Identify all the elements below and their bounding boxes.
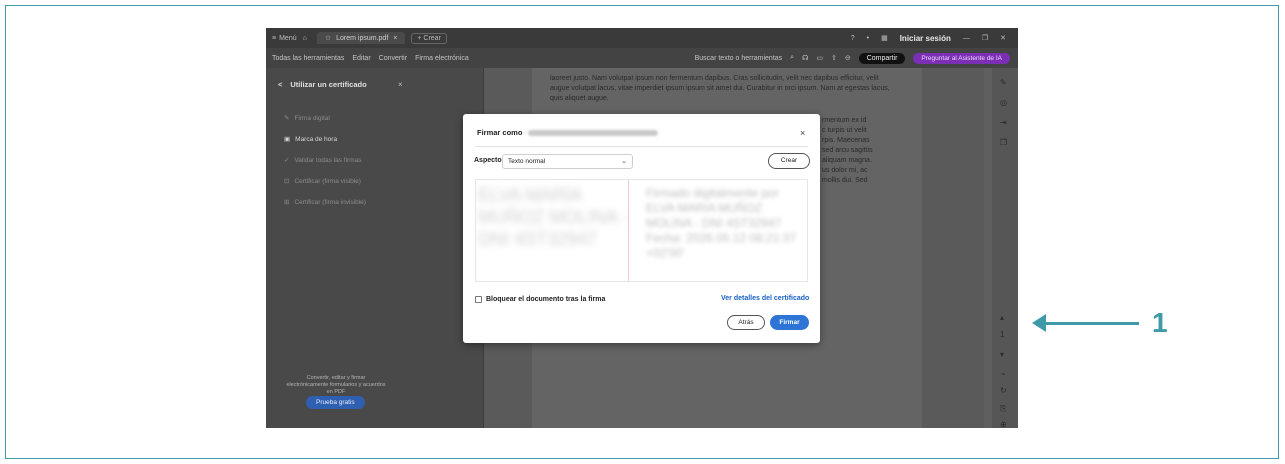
preview-detail-text: Firmado digitalmente por ELVA MARIA MUÑO…	[646, 186, 797, 260]
link-icon[interactable]: ⊝	[845, 54, 851, 62]
tab-document[interactable]: ☆ Lorem ipsum.pdf ×	[316, 32, 406, 44]
headphones-icon[interactable]: ☊	[802, 54, 808, 62]
create-button[interactable]: Crear	[768, 153, 810, 169]
panel-item-label: Marca de hora	[295, 135, 338, 143]
menu-esign[interactable]: Firma electrónica	[415, 55, 469, 62]
page-number-icon: 1	[1000, 330, 1005, 339]
panel-header: < Utilizar un certificado	[278, 80, 367, 89]
comment-tool-icon[interactable]: ◎	[1000, 98, 1007, 107]
panel-item-certify-visible[interactable]: ⊡ Certificar (firma visible)	[284, 177, 361, 186]
aspect-value: Texto normal	[508, 158, 546, 165]
ai-assistant-button[interactable]: Preguntar al Asistente de IA	[913, 52, 1010, 64]
tab-close-icon[interactable]: ×	[393, 35, 397, 42]
minimize-icon[interactable]: —	[963, 35, 970, 42]
doc-fragment: rmentum ex id	[822, 117, 867, 124]
certificate-details-link[interactable]: Ver detalles del certificado	[721, 295, 809, 302]
timestamp-icon: ▣	[284, 136, 291, 143]
panel-item-label: Validar todas las firmas	[294, 156, 362, 164]
preview-divider	[628, 180, 629, 281]
page-down-icon[interactable]: ▾	[1000, 350, 1004, 359]
menu-convert[interactable]: Convertir	[379, 55, 407, 62]
tab-title: Lorem ipsum.pdf	[336, 34, 389, 42]
blurred-signer-name	[528, 129, 659, 136]
panel-item-label: Certificar (firma visible)	[294, 177, 361, 185]
panel-item-digital-signature[interactable]: ✎ Firma digital	[284, 114, 330, 123]
panel-item-label: Certificar (firma invisible)	[294, 198, 366, 206]
signin-button[interactable]: Iniciar sesión	[900, 34, 951, 43]
apps-icon[interactable]: ▦	[881, 34, 888, 42]
aspect-dropdown[interactable]: Texto normal ⌄	[502, 154, 633, 169]
menu-edit[interactable]: Editar	[352, 55, 370, 62]
share-button[interactable]: Compartir	[858, 52, 906, 64]
panel-close-icon[interactable]: ×	[398, 80, 403, 89]
doc-fragment: us dolor mi, ac	[822, 167, 868, 174]
callout-arrow-line	[1035, 322, 1139, 325]
help-icon[interactable]: ?	[851, 35, 855, 42]
edit-icon[interactable]: ✎	[1000, 78, 1007, 87]
aspect-label: Aspecto	[474, 157, 502, 164]
export-icon[interactable]: ⇥	[1000, 118, 1007, 127]
search-icon[interactable]: ⌕	[790, 54, 794, 62]
hamburger-icon: ≡	[272, 34, 277, 42]
doc-fragment: aliquam magna.	[822, 157, 872, 164]
back-chevron-icon[interactable]: <	[278, 80, 282, 89]
right-toolbar: ✎ ◎ ⇥ ❐ ▴ 1 ▾ ⌄ ↻ ⎘ ⊕	[992, 68, 1018, 428]
lock-document-option[interactable]: Bloquear el documento tras la firma	[475, 296, 605, 303]
copy-icon[interactable]: ❐	[1000, 138, 1007, 147]
page-up-icon[interactable]: ▴	[1000, 313, 1004, 322]
sign-button[interactable]: Firmar	[770, 315, 809, 330]
upload-icon[interactable]: ⇧	[831, 54, 837, 62]
fit-page-icon[interactable]: ⎘	[1000, 404, 1006, 414]
signature-preview: ELVA MARÍA MUÑOZ MOLINA - DNI 4ST32947 F…	[475, 179, 808, 282]
tools-panel: < Utilizar un certificado × ✎ Firma digi…	[266, 68, 484, 428]
doc-fragment: mollis dui. Sed	[822, 177, 868, 184]
titlebar-right: ? • ▦ Iniciar sesión — ❐ ✕	[851, 34, 1006, 43]
comment-icon[interactable]: ▭	[816, 54, 823, 62]
menubar-right: Buscar texto o herramientas ⌕ ☊ ▭ ⇧ ⊝ Co…	[695, 52, 1010, 64]
sign-as-dialog: Firmar como × Aspecto Texto normal ⌄ Cre…	[463, 114, 820, 343]
title-bar: ≡ Menú ⌂ ☆ Lorem ipsum.pdf × + Crear ? •…	[266, 28, 1018, 48]
menu-bar: Todas las herramientas Editar Convertir …	[266, 48, 1018, 68]
panel-footer-text: Convertir, editar y firmar electrónicame…	[286, 375, 386, 395]
preview-name-text: ELVA MARÍA MUÑOZ MOLINA - DNI 4ST32947	[478, 185, 629, 249]
dialog-close-icon[interactable]: ×	[800, 128, 805, 138]
new-tab-button[interactable]: + Crear	[411, 32, 447, 44]
doc-fragment: rpis. Maecenas	[822, 137, 870, 144]
star-icon: ☆	[324, 35, 332, 42]
free-trial-button[interactable]: Prueba gratis	[306, 396, 365, 409]
home-button[interactable]: ⌂	[303, 35, 307, 42]
notification-icon[interactable]: •	[867, 35, 869, 42]
home-icon: ⌂	[302, 34, 307, 42]
menu-all-tools[interactable]: Todas las herramientas	[272, 55, 344, 62]
panel-title: Utilizar un certificado	[290, 80, 367, 89]
restore-icon[interactable]: ❐	[982, 34, 988, 42]
menu-button[interactable]: ≡ Menú	[272, 35, 297, 42]
doc-paragraph: laoreet justo. Nam volutpat ipsum non fe…	[550, 75, 890, 102]
menu-label: Menú	[279, 34, 297, 42]
dialog-divider	[475, 146, 808, 147]
validate-icon: ✓	[284, 157, 290, 164]
certify-icon: ⊡	[284, 178, 290, 185]
chevron-down-icon[interactable]: ⌄	[1000, 368, 1007, 377]
pen-icon: ✎	[284, 115, 290, 122]
doc-fragment: c turpis ut velit	[822, 127, 867, 134]
dialog-title-label: Firmar como	[477, 128, 523, 137]
search-tools[interactable]: Buscar texto o herramientas	[695, 55, 783, 62]
certify-invisible-icon: ⊞	[284, 199, 290, 206]
doc-fragment: sed arcu sagittis	[822, 147, 873, 154]
panel-item-validate[interactable]: ✓ Validar todas las firmas	[284, 156, 362, 165]
dialog-title: Firmar como	[477, 128, 659, 137]
back-button[interactable]: Atrás	[727, 315, 765, 330]
lock-label: Bloquear el documento tras la firma	[486, 296, 606, 303]
lock-checkbox[interactable]	[475, 296, 482, 303]
zoom-in-icon[interactable]: ⊕	[1000, 420, 1007, 428]
close-window-icon[interactable]: ✕	[1000, 34, 1006, 42]
refresh-icon[interactable]: ↻	[1000, 386, 1007, 395]
panel-item-label: Firma digital	[294, 114, 330, 122]
panel-item-timestamp[interactable]: ▣ Marca de hora	[284, 135, 338, 144]
chevron-down-icon: ⌄	[621, 158, 627, 165]
callout-number: 1	[1152, 307, 1168, 338]
panel-item-certify-invisible[interactable]: ⊞ Certificar (firma invisible)	[284, 198, 366, 207]
